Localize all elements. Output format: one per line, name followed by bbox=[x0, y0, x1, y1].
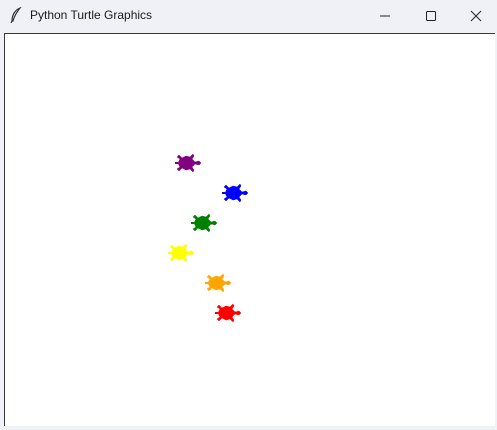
turtle-orange bbox=[205, 273, 232, 293]
feather-icon bbox=[10, 7, 22, 23]
maximize-icon bbox=[426, 11, 436, 21]
turtle-yellow bbox=[168, 243, 195, 263]
maximize-button[interactable] bbox=[408, 0, 454, 32]
turtle-red bbox=[215, 303, 242, 323]
title-bar[interactable]: Python Turtle Graphics bbox=[0, 0, 497, 32]
window-title: Python Turtle Graphics bbox=[30, 8, 153, 22]
close-icon bbox=[470, 10, 482, 22]
turtle-blue bbox=[222, 183, 249, 203]
turtle-green bbox=[191, 213, 218, 233]
turtle-drawing-area bbox=[168, 153, 249, 323]
turtle-purple bbox=[175, 153, 202, 173]
turtle-window: Python Turtle Graphics bbox=[0, 0, 497, 430]
minimize-button[interactable] bbox=[362, 0, 408, 32]
close-button[interactable] bbox=[453, 0, 497, 32]
turtle-canvas[interactable] bbox=[4, 33, 495, 426]
minimize-icon bbox=[380, 15, 390, 17]
